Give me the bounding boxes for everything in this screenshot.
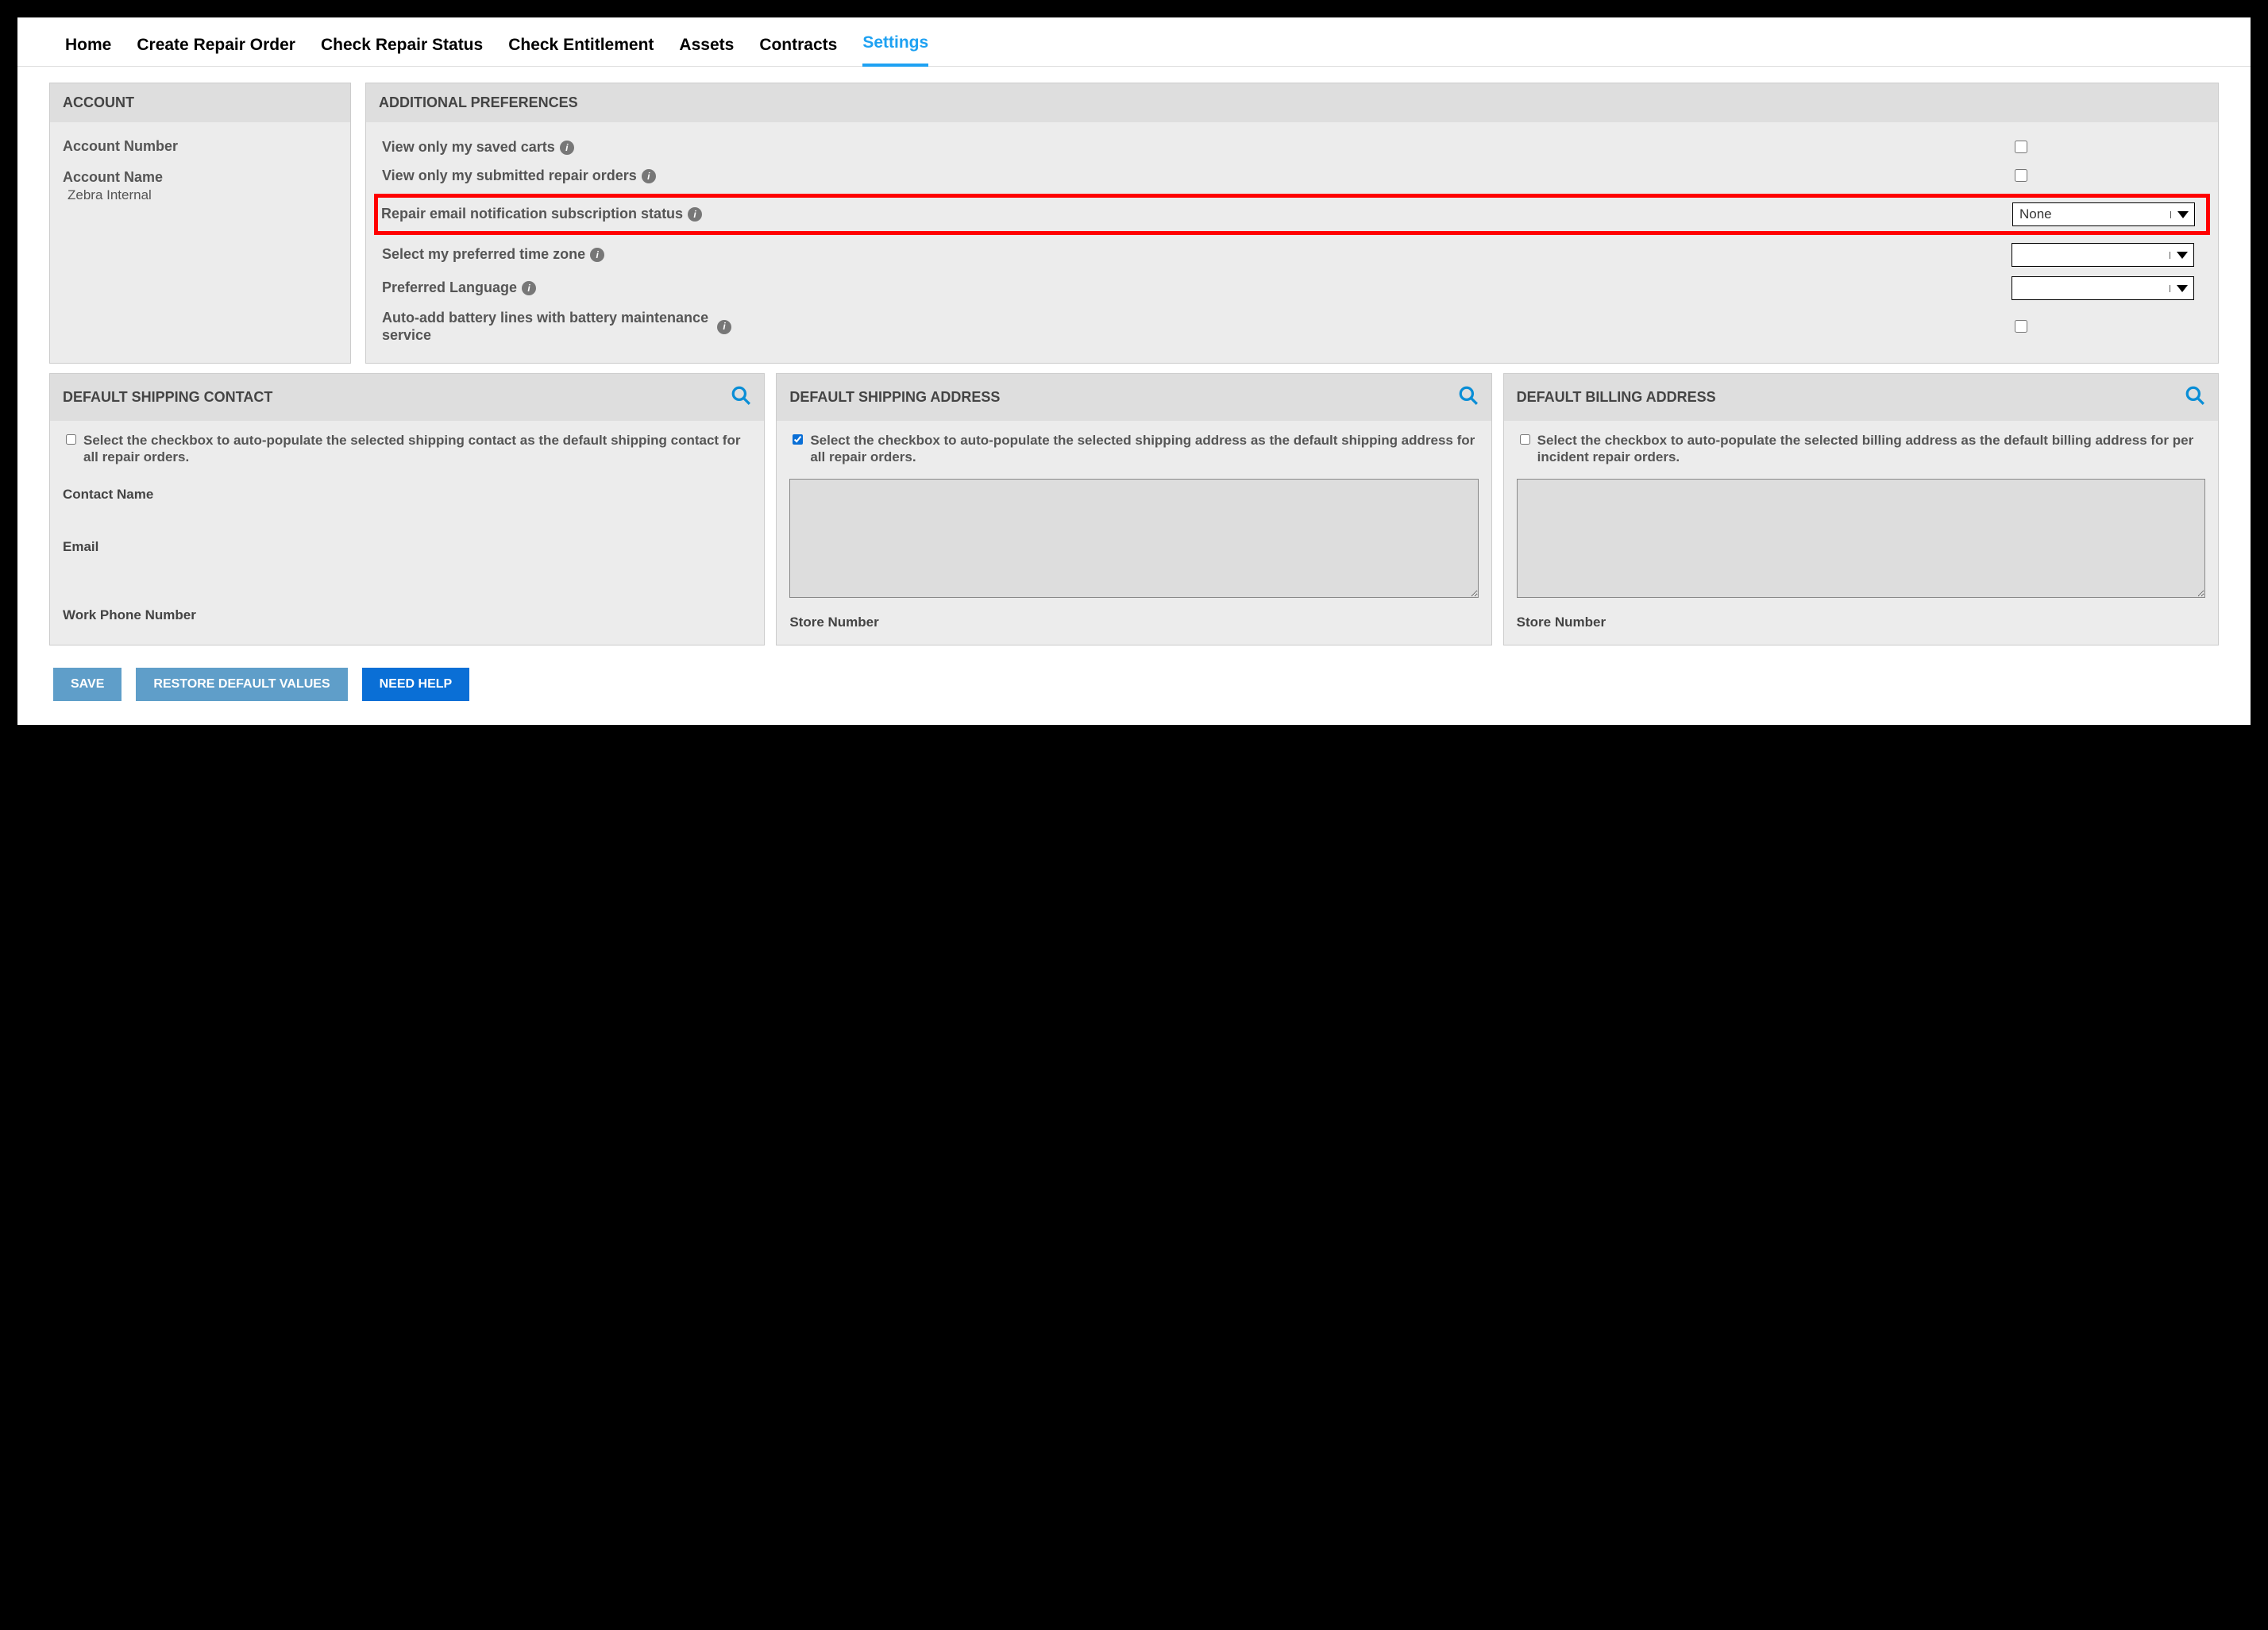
shipping-address-cb-text: Select the checkbox to auto-populate the… — [810, 432, 1478, 466]
shipping-contact-panel: DEFAULT SHIPPING CONTACT Select the chec… — [49, 373, 765, 645]
billing-address-checkbox[interactable] — [1520, 434, 1530, 445]
account-number-label: Account Number — [63, 138, 338, 155]
search-icon[interactable] — [731, 385, 751, 410]
preferences-panel-title: ADDITIONAL PREFERENCES — [366, 83, 2218, 122]
pref-timezone-select[interactable] — [2011, 243, 2194, 267]
account-panel-title: ACCOUNT — [50, 83, 350, 122]
nav-check-entitlement[interactable]: Check Entitlement — [508, 36, 654, 66]
account-name-label: Account Name — [63, 169, 338, 186]
account-name-value: Zebra Internal — [68, 187, 338, 203]
info-icon[interactable]: i — [590, 248, 604, 262]
pref-view-carts-label: View only my saved carts — [382, 139, 555, 156]
chevron-down-icon — [2170, 252, 2193, 259]
save-button[interactable]: SAVE — [53, 668, 122, 701]
billing-address-panel: DEFAULT BILLING ADDRESS Select the check… — [1503, 373, 2219, 645]
chevron-down-icon — [2170, 211, 2194, 218]
search-icon[interactable] — [2185, 385, 2205, 410]
info-icon[interactable]: i — [522, 281, 536, 295]
pref-email-sub-value: None — [2013, 206, 2170, 222]
shipping-contact-title: DEFAULT SHIPPING CONTACT — [63, 389, 272, 406]
pref-email-sub-select[interactable]: None — [2012, 202, 2195, 226]
work-phone-label: Work Phone Number — [63, 607, 751, 623]
pref-language-select[interactable] — [2011, 276, 2194, 300]
email-label: Email — [63, 539, 751, 555]
info-icon[interactable]: i — [642, 169, 656, 183]
restore-defaults-button[interactable]: RESTORE DEFAULT VALUES — [136, 668, 347, 701]
account-panel: ACCOUNT Account Number Account Name Zebr… — [49, 83, 351, 364]
info-icon[interactable]: i — [688, 207, 702, 222]
nav-settings[interactable]: Settings — [862, 33, 928, 67]
billing-store-number-label: Store Number — [1517, 615, 2205, 630]
nav-check-repair-status[interactable]: Check Repair Status — [321, 36, 483, 66]
preferences-panel: ADDITIONAL PREFERENCES View only my save… — [365, 83, 2219, 364]
shipping-address-textarea[interactable] — [789, 479, 1478, 598]
info-icon[interactable]: i — [560, 141, 574, 155]
shipping-contact-cb-text: Select the checkbox to auto-populate the… — [83, 432, 751, 466]
pref-timezone-label: Select my preferred time zone — [382, 246, 585, 264]
highlighted-row: Repair email notification subscription s… — [374, 194, 2210, 235]
pref-email-sub-label: Repair email notification subscription s… — [381, 206, 683, 223]
shipping-address-panel: DEFAULT SHIPPING ADDRESS Select the chec… — [776, 373, 1491, 645]
billing-address-textarea[interactable] — [1517, 479, 2205, 598]
pref-battery-label: Auto-add battery lines with battery main… — [382, 310, 712, 344]
billing-address-cb-text: Select the checkbox to auto-populate the… — [1537, 432, 2205, 466]
shipping-store-number-label: Store Number — [789, 615, 1478, 630]
shipping-address-title: DEFAULT SHIPPING ADDRESS — [789, 389, 1000, 406]
nav-contracts[interactable]: Contracts — [759, 36, 837, 66]
nav-create-repair-order[interactable]: Create Repair Order — [137, 36, 295, 66]
nav-home[interactable]: Home — [65, 36, 111, 66]
top-nav: Home Create Repair Order Check Repair St… — [17, 17, 2251, 67]
nav-assets[interactable]: Assets — [679, 36, 734, 66]
info-icon[interactable]: i — [717, 320, 731, 334]
need-help-button[interactable]: NEED HELP — [362, 668, 470, 701]
billing-address-title: DEFAULT BILLING ADDRESS — [1517, 389, 1716, 406]
pref-view-carts-checkbox[interactable] — [2015, 141, 2027, 153]
pref-view-orders-checkbox[interactable] — [2015, 169, 2027, 182]
pref-view-orders-label: View only my submitted repair orders — [382, 168, 637, 185]
shipping-contact-checkbox[interactable] — [66, 434, 76, 445]
pref-language-label: Preferred Language — [382, 279, 517, 297]
chevron-down-icon — [2170, 285, 2193, 292]
pref-battery-checkbox[interactable] — [2015, 320, 2027, 333]
search-icon[interactable] — [1458, 385, 1479, 410]
contact-name-label: Contact Name — [63, 487, 751, 503]
shipping-address-checkbox[interactable] — [793, 434, 803, 445]
